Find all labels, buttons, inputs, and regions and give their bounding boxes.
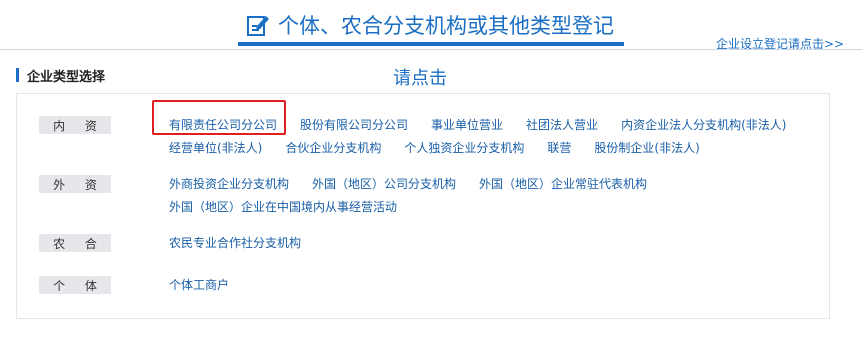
category-label: 个 体 [39, 276, 111, 294]
type-link[interactable]: 股份制企业(非法人) [594, 139, 699, 157]
title-underline [238, 42, 624, 46]
header-divider [0, 49, 862, 50]
type-link[interactable]: 联营 [547, 139, 571, 157]
section-title: 企业类型选择 [16, 66, 106, 85]
type-link[interactable]: 内资企业法人分支机构(非法人) [621, 116, 786, 134]
category-links: 个体工商户 [169, 276, 789, 294]
type-link[interactable]: 个体工商户 [169, 276, 229, 294]
category-row-domestic: 内 资 有限责任公司分公司 股份有限公司分公司 事业单位营业 社团法人营业 内资… [39, 116, 789, 157]
category-label: 外 资 [39, 175, 111, 193]
type-link[interactable]: 股份有限公司分公司 [300, 116, 408, 134]
type-link[interactable]: 外商投资企业分支机构 [169, 175, 289, 193]
type-link[interactable]: 社团法人营业 [526, 116, 598, 134]
category-row-individual: 个 体 个体工商户 [39, 276, 789, 294]
category-label: 内 资 [39, 116, 111, 134]
type-link[interactable]: 农民专业合作社分支机构 [169, 234, 301, 252]
type-link[interactable]: 事业单位营业 [431, 116, 503, 134]
category-links: 有限责任公司分公司 股份有限公司分公司 事业单位营业 社团法人营业 内资企业法人… [169, 116, 789, 157]
section-title-text: 企业类型选择 [27, 69, 106, 85]
category-links: 外商投资企业分支机构 外国（地区）公司分支机构 外国（地区）企业常驻代表机构 外… [169, 175, 789, 216]
section-marker [16, 68, 19, 82]
type-link[interactable]: 个人独资企业分支机构 [404, 139, 524, 157]
type-link[interactable]: 合伙企业分支机构 [285, 139, 381, 157]
page-title: 个体、农合分支机构或其他类型登记 [246, 10, 614, 40]
click-hint: 请点击 [393, 68, 447, 89]
edit-form-icon [247, 16, 269, 36]
type-link[interactable]: 外国（地区）企业常驻代表机构 [479, 175, 647, 193]
category-row-cooperative: 农 合 农民专业合作社分支机构 [39, 234, 789, 252]
type-link[interactable]: 有限责任公司分公司 [169, 116, 277, 134]
type-link[interactable]: 外国（地区）公司分支机构 [312, 175, 456, 193]
page-title-text: 个体、农合分支机构或其他类型登记 [278, 14, 614, 38]
category-label: 农 合 [39, 234, 111, 252]
category-row-foreign: 外 资 外商投资企业分支机构 外国（地区）公司分支机构 外国（地区）企业常驻代表… [39, 175, 789, 216]
category-links: 农民专业合作社分支机构 [169, 234, 789, 252]
type-link[interactable]: 经营单位(非法人) [169, 139, 262, 157]
type-link[interactable]: 外国（地区）企业在中国境内从事经营活动 [169, 198, 397, 216]
enterprise-type-panel: 内 资 有限责任公司分公司 股份有限公司分公司 事业单位营业 社团法人营业 内资… [16, 93, 830, 319]
page-header: 个体、农合分支机构或其他类型登记 企业设立登记请点击>> [0, 0, 862, 51]
